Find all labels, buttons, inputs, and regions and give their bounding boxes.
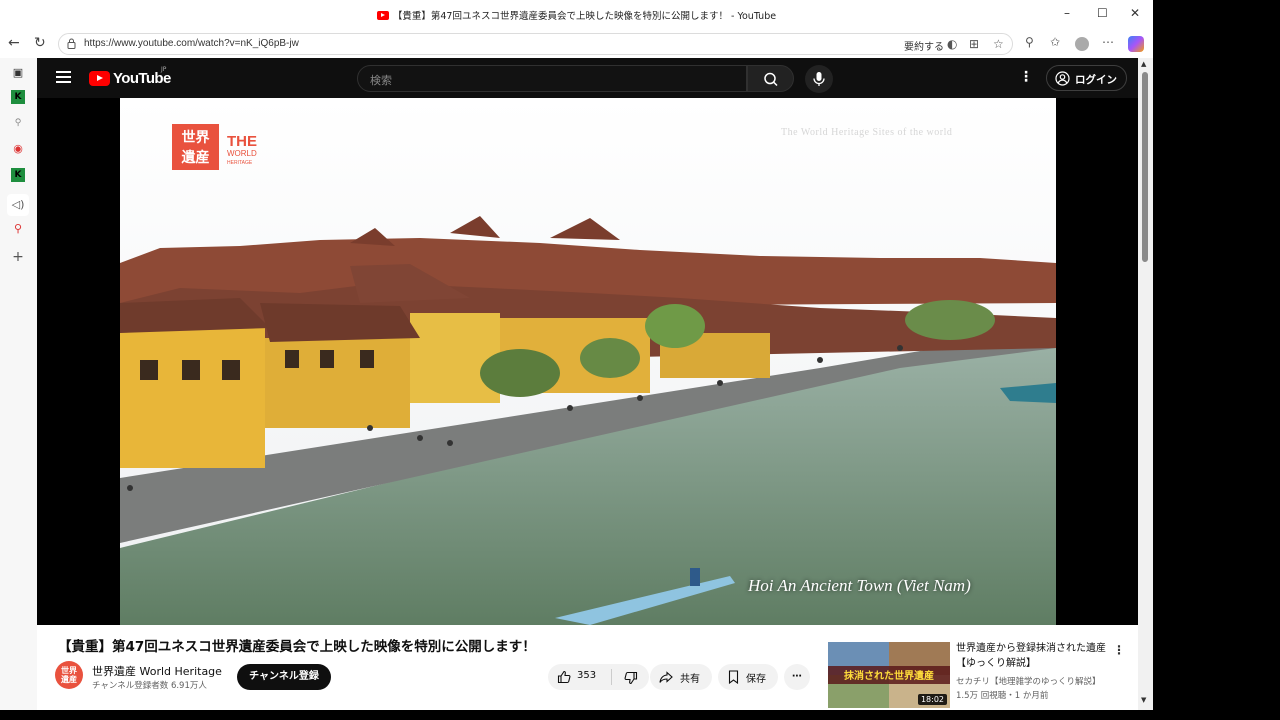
- youtube-favicon-icon: [376, 11, 389, 20]
- logo-world: WORLD: [227, 149, 257, 158]
- favorites-icon[interactable]: ✩: [1050, 35, 1060, 49]
- channel-name[interactable]: 世界遺産 World Heritage: [92, 663, 222, 679]
- like-divider: [611, 669, 612, 685]
- video-scene: 世界 遺産 THE WORLD HERITAGE: [120, 98, 1056, 625]
- video-player[interactable]: 世界 遺産 THE WORLD HERITAGE The World Herit…: [37, 98, 1138, 625]
- video-title: 【貴重】第47回ユネスコ世界遺産委員会で上映した映像を特別に公開します！: [58, 639, 536, 655]
- subscribe-button[interactable]: チャンネル登録: [237, 664, 331, 690]
- more-actions-icon[interactable]: ⋯: [784, 664, 810, 690]
- url-text: https://www.youtube.com/watch?v=nK_iQ6pB…: [84, 38, 299, 49]
- like-thumb-icon[interactable]: [557, 670, 571, 684]
- browser-window: 【貴重】第47回ユネスコ世界遺産委員会で上映した映像を特別に公開します！ - Y…: [0, 0, 1153, 710]
- like-dislike-group: 353: [548, 664, 649, 690]
- video-info-area: 【貴重】第47回ユネスコ世界遺産委員会で上映した映像を特別に公開します！ 世界遺…: [37, 625, 1138, 710]
- back-icon[interactable]: ←: [8, 35, 20, 51]
- page-scrollbar[interactable]: ▲ ▼: [1138, 58, 1153, 710]
- account-icon: [1055, 71, 1070, 86]
- youtube-play-icon: [89, 71, 110, 86]
- copilot-icon[interactable]: [1128, 36, 1144, 52]
- address-bar-row: ← ↻ https://www.youtube.com/watch?v=nK_i…: [0, 30, 1153, 58]
- sidebar-app-k-icon[interactable]: K: [11, 90, 25, 104]
- recommended-thumbnail[interactable]: 抹消された世界遺産 18:02: [828, 642, 950, 708]
- recommended-meta: 1.5万 回視聴・1 か月前: [956, 691, 1049, 701]
- close-icon[interactable]: ✕: [1130, 6, 1140, 20]
- scroll-down-icon[interactable]: ▼: [1141, 696, 1146, 704]
- logo-kanji-bottom: 遺産: [182, 149, 210, 166]
- like-count[interactable]: 353: [577, 670, 596, 681]
- recommended-title[interactable]: 世界遺産から登録抹消された遺産【ゆっくり解説】: [956, 641, 1121, 671]
- sidebar-app-k2-icon[interactable]: K: [11, 168, 25, 182]
- summarize-button[interactable]: 要約する: [904, 38, 944, 53]
- subscriber-count: チャンネル登録者数 6.91万人: [92, 681, 207, 691]
- sidebar-location-icon[interactable]: ⚲: [11, 222, 25, 236]
- search-button[interactable]: [747, 65, 794, 92]
- logo-kanji-top: 世界: [182, 129, 211, 146]
- thumb-text: 抹消された世界遺産: [844, 669, 934, 682]
- share-icon: [659, 671, 673, 683]
- sidebar-add-icon[interactable]: +: [11, 250, 25, 264]
- tabs-icon[interactable]: ▣: [11, 66, 25, 80]
- recommended-channel[interactable]: セカチリ【地理雑学のゆっくり解説】: [956, 675, 1101, 687]
- voice-search-button[interactable]: [805, 65, 833, 93]
- search-icon: [764, 72, 778, 87]
- recommended-more-icon[interactable]: ⋮: [1113, 643, 1125, 657]
- hamburger-menu-icon[interactable]: [56, 71, 71, 83]
- favorite-star-icon[interactable]: ☆: [993, 37, 1004, 51]
- logo-region: JP: [161, 66, 167, 73]
- recommended-duration: 18:02: [917, 694, 947, 705]
- url-field[interactable]: https://www.youtube.com/watch?v=nK_iQ6pB…: [58, 33, 1013, 55]
- scroll-up-icon[interactable]: ▲: [1141, 60, 1146, 68]
- reload-icon[interactable]: ↻: [34, 35, 46, 51]
- settings-more-icon[interactable]: ⋮: [1019, 69, 1033, 85]
- logo-heritage: HERITAGE: [227, 160, 253, 166]
- youtube-page: YouTube JP 検索 ⋮ ログイン 世界 遺産 THE WORLD HER…: [37, 58, 1138, 710]
- minimize-icon[interactable]: –: [1064, 6, 1070, 20]
- video-caption: Hoi An Ancient Town (Viet Nam): [748, 576, 971, 595]
- video-overlay-title: The World Heritage Sites of the world: [781, 127, 953, 138]
- apps-icon[interactable]: ⊞: [969, 37, 979, 51]
- sidebar-search-icon[interactable]: ⚲: [11, 116, 25, 130]
- scrollbar-thumb[interactable]: [1142, 72, 1148, 262]
- more-menu-icon[interactable]: ⋯: [1102, 35, 1114, 49]
- youtube-header: YouTube JP 検索 ⋮ ログイン: [37, 58, 1138, 98]
- window-title: 【貴重】第47回ユネスコ世界遺産委員会で上映した映像を特別に公開します！ - Y…: [0, 8, 1153, 22]
- profile-avatar-icon[interactable]: [1075, 37, 1089, 51]
- title-bar: 【貴重】第47回ユネスコ世界遺産委員会で上映した映像を特別に公開します！ - Y…: [0, 0, 1153, 30]
- share-button[interactable]: 共有: [650, 664, 712, 690]
- sidebar-app-circle-icon[interactable]: ◉: [11, 142, 25, 156]
- login-button[interactable]: ログイン: [1046, 65, 1127, 91]
- site-info-icon[interactable]: [67, 38, 76, 49]
- bookmark-icon: [728, 670, 739, 684]
- maximize-icon[interactable]: ☐: [1097, 6, 1108, 20]
- edge-sidebar: ▣ K ⚲ ◉ K ◁) ⚲ +: [0, 58, 37, 710]
- extensions-icon[interactable]: ⚲: [1025, 35, 1034, 49]
- search-input[interactable]: 検索: [357, 65, 747, 92]
- sidebar-audio-icon[interactable]: ◁): [7, 194, 29, 216]
- dislike-thumb-icon[interactable]: [624, 671, 638, 685]
- save-button[interactable]: 保存: [718, 664, 778, 690]
- video-frame[interactable]: 世界 遺産 THE WORLD HERITAGE The World Herit…: [120, 98, 1056, 625]
- search-placeholder: 検索: [370, 74, 392, 87]
- mic-icon: [813, 72, 825, 86]
- logo-the: THE: [227, 133, 257, 150]
- channel-avatar[interactable]: 世界遺産: [55, 661, 83, 689]
- reader-icon[interactable]: ◐: [947, 37, 957, 51]
